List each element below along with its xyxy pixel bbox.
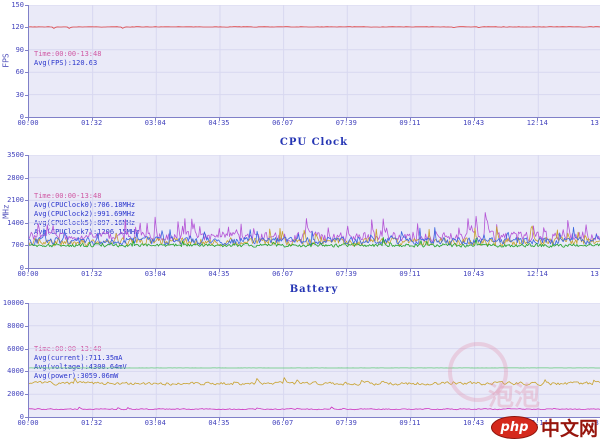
battery-ytick-label: 10000	[0, 299, 24, 307]
battery-ytick-label: 2000	[0, 390, 24, 398]
battery-ytick-label: 4000	[0, 367, 24, 375]
battery-plot-canvas	[29, 303, 600, 417]
battery-title: Battery	[28, 284, 600, 295]
cpu-clock-ytick-mark	[25, 178, 28, 179]
fps-xtick-mark	[155, 118, 156, 121]
battery-plot: Time:00:00-13:48Avg(current):711.35mAAvg…	[28, 303, 600, 418]
battery-ytick-mark	[25, 303, 28, 304]
battery-xtick-mark	[28, 418, 29, 421]
fps-ytick-mark	[25, 72, 28, 73]
performance-dashboard: CPU Clock Battery Time:00:00-13:48Avg(FP…	[0, 0, 600, 440]
battery-ytick-mark	[25, 371, 28, 372]
battery-ytick-mark	[25, 394, 28, 395]
cpu-clock-xtick-mark	[283, 269, 284, 272]
cpu-clock-xtick-mark	[474, 269, 475, 272]
battery-xtick-mark	[92, 418, 93, 421]
battery-series-power	[29, 378, 600, 386]
cpu-clock-xtick-mark	[92, 269, 93, 272]
battery-xtick-mark	[474, 418, 475, 421]
fps-xtick-mark	[474, 118, 475, 121]
cpu-clock-xtick-mark	[537, 269, 538, 272]
battery-ytick-mark	[25, 349, 28, 350]
battery-xtick-mark	[219, 418, 220, 421]
fps-ytick-mark	[25, 27, 28, 28]
fps-xtick-mark	[283, 118, 284, 121]
fps-ytick-mark	[25, 95, 28, 96]
fps-xtick-mark	[28, 118, 29, 121]
cpu-clock-xtick-label: 13:46	[590, 270, 600, 278]
php-cn-watermark-logo: php 中文网	[491, 416, 598, 439]
fps-xtick-mark	[346, 118, 347, 121]
fps-y-axis-label: FPS	[2, 41, 11, 81]
cpu-clock-title: CPU Clock	[28, 137, 600, 148]
battery-xtick-mark	[283, 418, 284, 421]
cpu-clock-ytick-label: 700	[0, 241, 24, 249]
fps-xtick-mark	[219, 118, 220, 121]
cpu-clock-xtick-mark	[410, 269, 411, 272]
fps-ytick-label: 150	[0, 1, 24, 9]
cpu-clock-ytick-mark	[25, 200, 28, 201]
cpu-clock-xtick-mark	[155, 269, 156, 272]
cpu-clock-ytick-mark	[25, 223, 28, 224]
cpu-clock-plot-canvas	[29, 155, 600, 268]
battery-ytick-label: 6000	[0, 345, 24, 353]
battery-xtick-mark	[410, 418, 411, 421]
cpu-clock-ytick-label: 2800	[0, 174, 24, 182]
cpu-clock-series-CPUClock7	[29, 213, 600, 243]
cpu-clock-xtick-mark	[28, 269, 29, 272]
cpu-clock-xtick-mark	[346, 269, 347, 272]
battery-xtick-mark	[155, 418, 156, 421]
cpu-clock-ytick-mark	[25, 155, 28, 156]
battery-xtick-mark	[346, 418, 347, 421]
fps-xtick-mark	[410, 118, 411, 121]
cpu-clock-xtick-mark	[219, 269, 220, 272]
fps-ytick-mark	[25, 5, 28, 6]
battery-series-current	[29, 407, 600, 410]
fps-xtick-label: 13:46	[590, 119, 600, 127]
php-logo-site-name: 中文网	[541, 414, 598, 440]
cpu-clock-y-axis-label: MHz	[2, 191, 11, 231]
php-logo-badge-icon: php	[491, 416, 538, 439]
fps-plot-canvas	[29, 5, 600, 117]
cpu-clock-ytick-label: 3500	[0, 151, 24, 159]
fps-xtick-mark	[537, 118, 538, 121]
fps-ytick-mark	[25, 50, 28, 51]
battery-ytick-label: 8000	[0, 322, 24, 330]
fps-xtick-mark	[92, 118, 93, 121]
fps-plot: Time:00:00-13:48Avg(FPS):120.63	[28, 5, 600, 118]
cpu-clock-ytick-mark	[25, 245, 28, 246]
battery-ytick-mark	[25, 326, 28, 327]
cpu-clock-plot: Time:00:00-13:48Avg(CPUClock0):706.18MHz…	[28, 155, 600, 269]
fps-ytick-label: 30	[0, 91, 24, 99]
fps-ytick-label: 120	[0, 23, 24, 31]
